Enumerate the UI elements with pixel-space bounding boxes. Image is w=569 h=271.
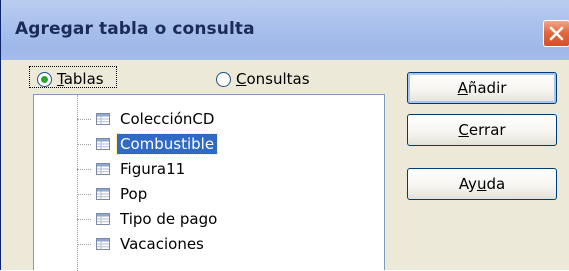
title-bar[interactable]: Agregar tabla o consulta bbox=[1, 0, 569, 68]
tree-connector-line bbox=[77, 168, 91, 170]
list-item[interactable]: Combustible bbox=[77, 132, 219, 156]
table-icon bbox=[95, 136, 111, 152]
help-button[interactable]: Ay u da bbox=[407, 168, 557, 200]
close-x-icon bbox=[549, 26, 564, 41]
tablas-label: Tablas bbox=[57, 70, 104, 88]
tree-connector-line bbox=[77, 193, 91, 195]
radio-circle-icon bbox=[37, 71, 52, 87]
consultas-radio[interactable]: Consultas bbox=[216, 70, 310, 88]
close-dialog-button[interactable]: Cerrar bbox=[407, 114, 557, 146]
tablas-radio[interactable]: Tablas bbox=[37, 70, 104, 88]
tree-connector-line bbox=[77, 243, 91, 245]
radio-circle-icon bbox=[216, 71, 231, 87]
close-button[interactable] bbox=[543, 20, 569, 47]
table-icon bbox=[95, 161, 111, 177]
dialog-window: Agregar tabla o consulta Tablas Consulta… bbox=[0, 0, 569, 271]
list-item[interactable]: Vacaciones bbox=[77, 232, 207, 256]
list-item[interactable]: ColecciónCD bbox=[77, 107, 217, 131]
list-item-label: Pop bbox=[120, 185, 148, 203]
list-item-label: Vacaciones bbox=[120, 235, 204, 253]
tables-list[interactable]: ColecciónCD Combustible Figura11 Pop Tipo de… bbox=[33, 94, 385, 271]
dialog-title: Agregar tabla o consulta bbox=[15, 19, 255, 39]
tree-connector-line bbox=[77, 118, 91, 120]
tree-connector-line bbox=[77, 218, 91, 220]
consultas-label: Consultas bbox=[236, 70, 310, 88]
tree-connector-line bbox=[77, 143, 91, 145]
table-icon bbox=[95, 211, 111, 227]
list-item-label: Figura11 bbox=[120, 160, 186, 178]
table-icon bbox=[95, 111, 111, 127]
list-item-label: Tipo de pago bbox=[120, 210, 218, 228]
table-icon bbox=[95, 186, 111, 202]
list-item[interactable]: Pop bbox=[77, 182, 150, 206]
radio-dot-icon bbox=[41, 75, 48, 83]
add-button[interactable]: Añadir bbox=[407, 72, 557, 104]
table-icon bbox=[95, 236, 111, 252]
list-item-label: Combustible bbox=[115, 133, 219, 155]
list-item[interactable]: Figura11 bbox=[77, 157, 188, 181]
list-item-label: ColecciónCD bbox=[120, 110, 215, 128]
list-item[interactable]: Tipo de pago bbox=[77, 207, 220, 231]
